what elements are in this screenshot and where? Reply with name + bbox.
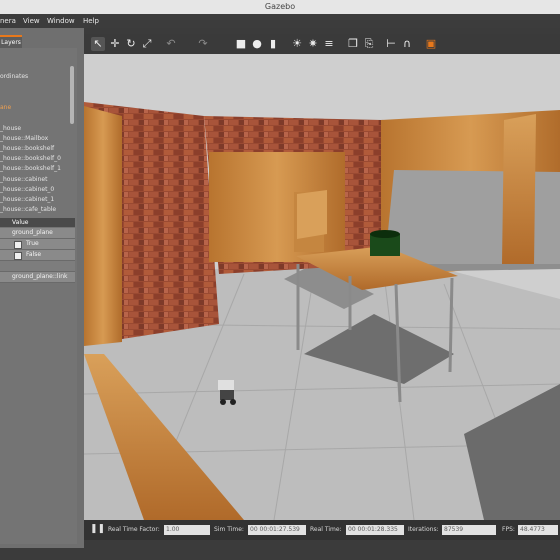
link-label: ground_plane::link (12, 273, 68, 280)
translate-icon[interactable]: ✛ (108, 37, 122, 51)
tree-item-bookshelf-0[interactable]: _house::bookshelf_0 (0, 155, 61, 162)
box-icon[interactable]: ■ (234, 37, 248, 51)
directional-light-icon[interactable]: ≡ (322, 37, 336, 51)
tree-item-coordinates[interactable]: ordinates (0, 73, 28, 80)
screenshot-icon[interactable]: ▣ (424, 37, 438, 51)
tree-item-house[interactable]: _house (0, 125, 21, 132)
tree-item-ground-plane[interactable]: ane (0, 104, 11, 111)
tree-item-bookshelf[interactable]: _house::bookshelf (0, 145, 54, 152)
paste-icon[interactable]: ⎘ (362, 37, 376, 51)
property-row-name: ground_plane (0, 228, 75, 239)
tree-item-mailbox[interactable]: _house::Mailbox (0, 135, 48, 142)
scene-viewport[interactable] (84, 54, 560, 520)
property-value-false: False (26, 251, 42, 258)
real-time-factor-value: 1.00 (164, 525, 210, 535)
scene-render[interactable] (84, 54, 560, 520)
property-row-blank (0, 261, 75, 272)
property-value-name: ground_plane (12, 229, 53, 236)
window-title: Gazebo (264, 2, 296, 11)
self-collide-checkbox[interactable] (14, 252, 22, 260)
tree-item-cabinet[interactable]: _house::cabinet (0, 176, 47, 183)
property-row-link[interactable]: ground_plane::link (0, 272, 75, 283)
bottom-strip (84, 540, 560, 560)
tree-item-cafe-table[interactable]: _house::cafe_table (0, 206, 56, 213)
status-bar: ❚❚ Real Time Factor: 1.00 Sim Time: 00 0… (84, 520, 560, 540)
copy-icon[interactable]: ❐ (346, 37, 360, 51)
menu-window[interactable]: Window (47, 14, 75, 28)
fps-label: FPS: (502, 526, 515, 533)
cylinder-icon[interactable]: ▮ (266, 37, 280, 51)
undo-icon[interactable]: ↶ (164, 37, 178, 51)
iterations-value: 87539 (442, 525, 496, 535)
sphere-icon[interactable]: ● (250, 37, 264, 51)
sim-time-value: 00 00:01:27.539 (248, 525, 306, 535)
tree-item-bookshelf-1[interactable]: _house::bookshelf_1 (0, 165, 61, 172)
title-bar: Gazebo (0, 0, 560, 15)
tab-layers[interactable]: Layers (0, 35, 22, 49)
redo-icon[interactable]: ↷ (196, 37, 210, 51)
iterations-label: Iterations: (408, 526, 439, 533)
real-time-value: 00 00:01:28.335 (346, 525, 404, 535)
pause-icon[interactable]: ❚❚ (90, 524, 105, 534)
scale-icon[interactable]: ⤢ (140, 37, 154, 51)
world-tree-scrollbar[interactable] (70, 66, 74, 124)
property-value-true: True (26, 240, 39, 247)
snap-icon[interactable]: ∩ (400, 37, 414, 51)
real-time-factor-label: Real Time Factor: (108, 526, 160, 533)
property-header: Value (0, 218, 75, 227)
fps-value: 48.4773 (518, 525, 558, 535)
left-panel: Layers ordinates ane _house _house::Mail… (0, 28, 84, 548)
spot-light-icon[interactable]: ✷ (306, 37, 320, 51)
point-light-icon[interactable]: ☀ (290, 37, 304, 51)
static-checkbox[interactable] (14, 241, 22, 249)
tree-item-cabinet-0[interactable]: _house::cabinet_0 (0, 186, 54, 193)
align-icon[interactable]: ⊢ (384, 37, 398, 51)
tree-item-cabinet-1[interactable]: _house::cabinet_1 (0, 196, 54, 203)
world-tree: ordinates ane _house _house::Mailbox _ho… (0, 48, 77, 544)
menu-bar: nera View Window Help (0, 14, 560, 28)
value-column-header: Value (12, 219, 29, 226)
rotate-icon[interactable]: ↻ (124, 37, 138, 51)
sim-time-label: Sim Time: (214, 526, 244, 533)
menu-help[interactable]: Help (83, 14, 99, 28)
select-arrow-icon[interactable]: ↖ (91, 37, 105, 51)
real-time-label: Real Time: (310, 526, 342, 533)
property-row-static: True (0, 239, 75, 250)
menu-view[interactable]: View (23, 14, 40, 28)
property-row-self-collide: False (0, 250, 75, 261)
menu-camera[interactable]: nera (0, 14, 16, 28)
toolbar: ↖ ✛ ↻ ⤢ ↶ ↷ ■ ● ▮ ☀ ✷ ≡ ❐ ⎘ ⊢ ∩ ▣ (84, 34, 560, 54)
